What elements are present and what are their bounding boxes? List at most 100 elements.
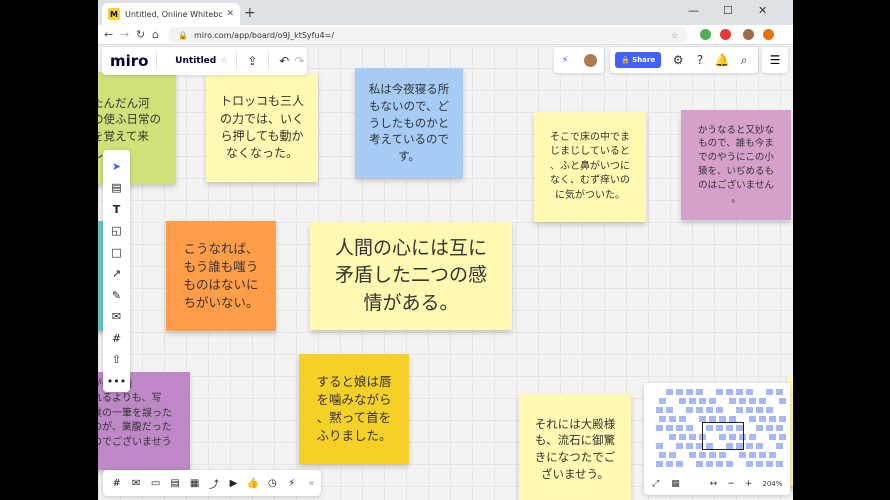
reload-icon[interactable]: ↻ — [136, 28, 145, 41]
activity-icon[interactable]: ⚡ — [282, 478, 301, 489]
minimap-block — [676, 461, 683, 467]
zoom-level[interactable]: 204% — [762, 480, 782, 488]
zoom-in-icon[interactable]: + — [745, 479, 753, 489]
minimap-block — [776, 389, 783, 395]
sticky-note[interactable]: 人間の心には互に 矛盾した二つの感 情がある。 — [310, 222, 512, 330]
comments-icon[interactable]: ✉ — [126, 478, 145, 489]
sticky-note[interactable]: すると娘は唇 を噛みながら 、黙って首を ふりました。 — [299, 354, 409, 464]
avatar[interactable] — [583, 53, 597, 67]
extension-icon[interactable] — [700, 29, 711, 40]
miro-logo[interactable]: miro — [110, 52, 148, 70]
back-icon[interactable]: ← — [104, 28, 113, 41]
minimap-block — [716, 461, 723, 467]
board-title[interactable]: Untitled — [175, 56, 216, 66]
sticky-note[interactable]: 私は今夜寝る所 もないので、ど うしたものかと 考えているので す。 — [355, 68, 463, 178]
profile-avatar[interactable] — [743, 29, 754, 40]
divider — [236, 52, 237, 70]
bookmark-star-icon[interactable]: ☆ — [671, 31, 678, 40]
minimap-block — [766, 389, 773, 395]
screen-share-icon[interactable]: ⤴ — [204, 476, 223, 491]
maximize-button[interactable]: ☐ — [723, 4, 733, 17]
minimap-viewport[interactable] — [702, 422, 744, 450]
star-icon[interactable]: ☆ — [220, 56, 228, 66]
export-icon[interactable]: ⇪ — [245, 54, 260, 68]
close-tab-icon[interactable]: ✕ — [226, 9, 234, 19]
minimap-block — [746, 443, 753, 449]
settings-sliders-icon[interactable]: ⚙ — [667, 53, 689, 67]
new-tab-button[interactable]: + — [244, 5, 256, 21]
sticky-note-text: こうなれば、 もう誰も嗤う ものはないに ちがいない。 — [183, 240, 259, 311]
card-icon[interactable]: ▤ — [165, 478, 184, 489]
timer-icon[interactable]: ◷ — [263, 478, 282, 489]
search-icon[interactable]: ⌕ — [733, 53, 755, 68]
cursor-follow-icon[interactable]: ⚡ — [561, 55, 568, 66]
minimap-block — [766, 461, 773, 467]
minimap-block — [759, 398, 766, 404]
update-icon[interactable] — [763, 29, 774, 40]
fit-icon[interactable]: ↔ — [710, 479, 718, 489]
sticky-note[interactable]: それには大殿様 も、流石に御驚 きになつたでご ざいませう。 — [519, 394, 631, 500]
minimap-block — [769, 416, 776, 422]
forward-icon[interactable]: → — [120, 28, 129, 41]
pen-icon[interactable]: ✎ — [112, 285, 121, 306]
collaborators-panel: ⚡ — [554, 47, 604, 73]
chat-icon[interactable]: ▭ — [146, 478, 165, 489]
collapse-icon[interactable]: « — [302, 478, 321, 489]
more-icon[interactable]: ••• — [107, 371, 126, 392]
minimap-block — [666, 407, 673, 413]
sticky-note-text: そこで床の中でま じまじしていると 、ふと鼻がいつに なく、むず痒いの に気がつ… — [550, 131, 630, 201]
sticky-note[interactable]: かうなると又妙な もので、誰も今ま でのやうにこの小 猿を、いぢめるも のはござ… — [681, 110, 791, 220]
minimap-block — [686, 425, 693, 431]
home-icon[interactable]: ⌂ — [152, 28, 159, 41]
minimize-button[interactable]: — — [688, 4, 699, 17]
share-label: Share — [632, 56, 656, 64]
close-window-button[interactable]: ✕ — [758, 4, 767, 17]
minimap-block — [656, 425, 663, 431]
bell-icon[interactable]: 🔔 — [711, 53, 733, 67]
comment-icon[interactable]: ✉ — [112, 306, 121, 327]
sticky-note[interactable]: トロッコも三人 の力では、いく ら押しても動か なくなった。 — [206, 74, 318, 182]
templates-icon[interactable]: ▤ — [111, 177, 121, 198]
minimap-block — [656, 443, 663, 449]
minimap-block — [746, 461, 753, 467]
minimap-block — [706, 461, 713, 467]
minimap-block — [699, 452, 706, 458]
tab-strip: M Untitled, Online Whiteboard for ✕ + — … — [98, 0, 793, 25]
minimap-block — [679, 398, 686, 404]
help-icon[interactable]: ? — [689, 53, 711, 67]
kanban-icon[interactable]: ▦ — [185, 478, 204, 489]
minimap-block — [709, 452, 716, 458]
select-cursor-icon[interactable]: ➤ — [112, 156, 121, 177]
minimap[interactable]: ⤢ ▦ ↔ − + 204% — [644, 383, 790, 495]
share-button[interactable]: 🔒 Share — [615, 52, 662, 68]
vote-icon[interactable]: 👍 — [243, 478, 262, 489]
url-field[interactable]: 🔒 miro.com/app/board/o9J_ktSyfu4=/ ☆ — [168, 27, 688, 43]
bottom-toolbar: # ✉ ▭ ▤ ▦ ⤴ ▶ 👍 ◷ ⚡ « — [103, 470, 321, 496]
minimap-block — [749, 416, 756, 422]
frames-icon[interactable]: # — [107, 478, 126, 489]
sticky-note-icon[interactable]: ◱ — [111, 220, 121, 241]
video-icon[interactable]: ▶ — [224, 478, 243, 489]
extension-icon[interactable] — [720, 29, 731, 40]
minimap-block — [756, 443, 763, 449]
minimap-block — [666, 425, 673, 431]
sticky-note[interactable]: そこで床の中でま じまじしていると 、ふと鼻がいつに なく、むず痒いの に気がつ… — [534, 112, 646, 222]
browser-tab[interactable]: M Untitled, Online Whiteboard for ✕ — [102, 3, 240, 25]
undo-icon[interactable]: ↶ — [277, 54, 292, 68]
fullscreen-icon[interactable]: ⤢ — [652, 479, 659, 489]
shape-icon[interactable]: □ — [111, 242, 121, 263]
text-icon[interactable]: T — [113, 199, 121, 220]
line-icon[interactable]: ↗ — [112, 263, 121, 284]
map-icon[interactable]: ▦ — [671, 479, 680, 489]
letterbox-right — [793, 0, 890, 500]
zoom-out-icon[interactable]: − — [727, 479, 735, 489]
minimap-block — [776, 443, 783, 449]
sticky-note[interactable]: こうなれば、 もう誰も嗤う ものはないに ちがいない。 — [166, 221, 276, 331]
redo-icon[interactable]: ↷ — [292, 54, 307, 68]
upload-icon[interactable]: ⇧ — [112, 349, 121, 370]
frame-icon[interactable]: # — [112, 328, 121, 349]
minimap-block — [739, 398, 746, 404]
minimap-block — [726, 461, 733, 467]
notes-panel-button[interactable]: ☰ — [762, 47, 788, 73]
board-actions: 🔒 Share ⚙ ? 🔔 ⌕ — [610, 47, 758, 73]
